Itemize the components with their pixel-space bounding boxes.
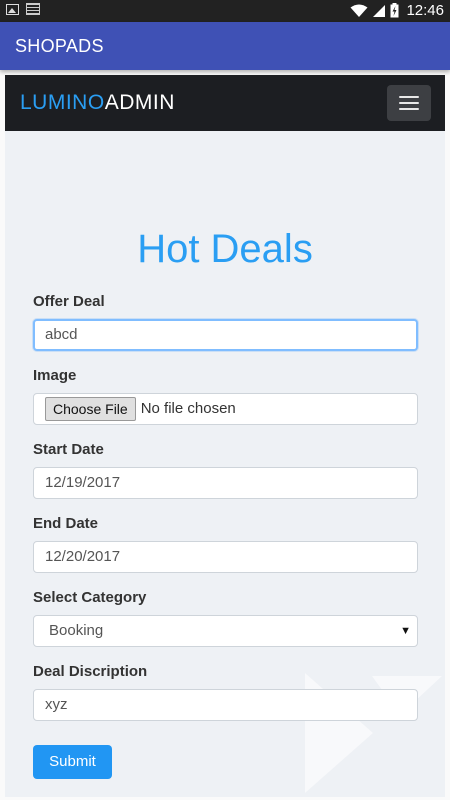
battery-charging-icon	[390, 3, 399, 18]
system-icons: 12:46	[350, 2, 444, 19]
image-label: Image	[33, 367, 77, 384]
page-heading: Hot Deals	[137, 227, 313, 271]
description-label: Deal Discription	[33, 663, 148, 680]
submit-button[interactable]: Submit	[33, 745, 112, 779]
file-status-text: No file chosen	[140, 400, 236, 417]
category-label: Select Category	[33, 589, 147, 606]
brand-part1: LUMINO	[20, 91, 105, 114]
end-date-label: End Date	[33, 515, 99, 532]
hamburger-line	[399, 108, 419, 110]
description-input[interactable]: xyz	[33, 689, 418, 721]
app-bar: SHOPADS	[0, 22, 450, 70]
brand-part2: ADMIN	[104, 91, 175, 114]
status-time: 12:46	[406, 2, 444, 19]
category-selected-value: Booking	[49, 622, 104, 639]
image-notification-icon	[6, 3, 19, 15]
image-file-input[interactable]: Choose File No file chosen	[33, 393, 418, 425]
hamburger-line	[399, 96, 419, 98]
signal-icon	[373, 4, 386, 17]
webview: LUMINOADMIN Hot Deals Offer Deal abcd Im…	[5, 75, 445, 800]
dropdown-caret-icon: ▼	[400, 625, 411, 637]
deal-form: Offer Deal abcd Image Choose File No fil…	[33, 293, 418, 737]
choose-file-button[interactable]: Choose File	[45, 397, 136, 421]
brand-logo[interactable]: LUMINOADMIN	[20, 91, 175, 115]
offer-deal-input[interactable]: abcd	[33, 319, 418, 351]
category-select[interactable]: Booking ▼	[33, 615, 418, 647]
start-date-label: Start Date	[33, 441, 104, 458]
site-navbar: LUMINOADMIN	[5, 75, 445, 131]
wifi-icon	[350, 4, 368, 17]
start-date-input[interactable]: 12/19/2017	[33, 467, 418, 499]
app-title: SHOPADS	[15, 36, 104, 56]
menu-toggle-button[interactable]	[387, 85, 431, 121]
status-bar: 12:46	[0, 0, 450, 22]
offer-deal-label: Offer Deal	[33, 293, 105, 310]
document-notification-icon	[26, 3, 40, 15]
notification-icons	[6, 3, 40, 15]
hamburger-line	[399, 102, 419, 104]
end-date-input[interactable]: 12/20/2017	[33, 541, 418, 573]
